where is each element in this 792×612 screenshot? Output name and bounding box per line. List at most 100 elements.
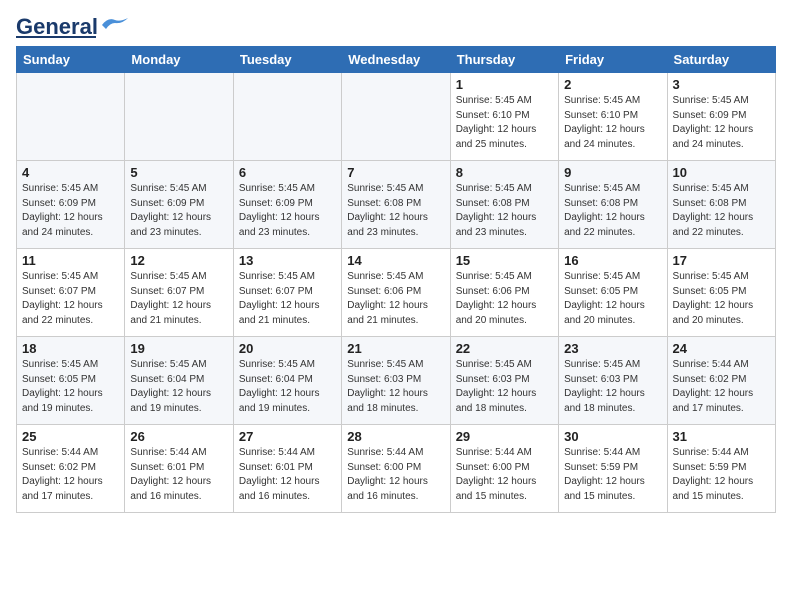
day-number: 1: [456, 77, 553, 92]
day-info: Sunrise: 5:44 AM Sunset: 6:00 PM Dayligh…: [347, 446, 444, 504]
empty-cell: [233, 73, 341, 161]
day-number: 16: [564, 253, 661, 268]
day-info: Sunrise: 5:45 AM Sunset: 6:03 PM Dayligh…: [347, 358, 444, 416]
day-number: 29: [456, 429, 553, 444]
day-info: Sunrise: 5:45 AM Sunset: 6:05 PM Dayligh…: [22, 358, 119, 416]
day-cell-25: 25 Sunrise: 5:44 AM Sunset: 6:02 PM Dayli…: [17, 425, 125, 513]
day-cell-6: 6 Sunrise: 5:45 AM Sunset: 6:09 PM Daylig…: [233, 161, 341, 249]
day-info: Sunrise: 5:45 AM Sunset: 6:09 PM Dayligh…: [239, 182, 336, 240]
day-cell-3: 3 Sunrise: 5:45 AM Sunset: 6:09 PM Daylig…: [667, 73, 775, 161]
day-cell-15: 15 Sunrise: 5:45 AM Sunset: 6:06 PM Dayli…: [450, 249, 558, 337]
week-row-2: 4 Sunrise: 5:45 AM Sunset: 6:09 PM Daylig…: [17, 161, 776, 249]
day-cell-1: 1 Sunrise: 5:45 AM Sunset: 6:10 PM Daylig…: [450, 73, 558, 161]
week-row-3: 11 Sunrise: 5:45 AM Sunset: 6:07 PM Dayli…: [17, 249, 776, 337]
day-number: 5: [130, 165, 227, 180]
day-info: Sunrise: 5:45 AM Sunset: 6:04 PM Dayligh…: [239, 358, 336, 416]
day-number: 14: [347, 253, 444, 268]
day-info: Sunrise: 5:45 AM Sunset: 6:09 PM Dayligh…: [673, 94, 770, 152]
day-cell-11: 11Sunrise: 5:45 AM Sunset: 6:07 PM Dayli…: [17, 249, 125, 337]
day-info: Sunrise: 5:44 AM Sunset: 6:01 PM Dayligh…: [130, 446, 227, 504]
day-cell-21: 21 Sunrise: 5:45 AM Sunset: 6:03 PM Dayli…: [342, 337, 450, 425]
day-info: Sunrise: 5:44 AM Sunset: 5:59 PM Dayligh…: [564, 446, 661, 504]
week-row-1: 1 Sunrise: 5:45 AM Sunset: 6:10 PM Daylig…: [17, 73, 776, 161]
day-number: 28: [347, 429, 444, 444]
day-number: 18: [22, 341, 119, 356]
day-number: 9: [564, 165, 661, 180]
day-info: Sunrise: 5:44 AM Sunset: 5:59 PM Dayligh…: [673, 446, 770, 504]
weekday-header-sunday: Sunday: [17, 47, 125, 73]
day-number: 25: [22, 429, 119, 444]
day-info: Sunrise: 5:44 AM Sunset: 6:02 PM Dayligh…: [22, 446, 119, 504]
day-cell-20: 20 Sunrise: 5:45 AM Sunset: 6:04 PM Dayli…: [233, 337, 341, 425]
day-cell-28: 28 Sunrise: 5:44 AM Sunset: 6:00 PM Dayli…: [342, 425, 450, 513]
day-number: 15: [456, 253, 553, 268]
day-info: Sunrise: 5:45 AM Sunset: 6:07 PM Dayligh…: [130, 270, 227, 328]
calendar-table: SundayMondayTuesdayWednesdayThursdayFrid…: [16, 46, 776, 513]
empty-cell: [342, 73, 450, 161]
weekday-header-saturday: Saturday: [667, 47, 775, 73]
page-header: General: [16, 16, 776, 38]
day-number: 27: [239, 429, 336, 444]
day-cell-24: 24Sunrise: 5:44 AM Sunset: 6:02 PM Dayli…: [667, 337, 775, 425]
logo-bird-icon: [100, 15, 130, 35]
day-cell-8: 8 Sunrise: 5:45 AM Sunset: 6:08 PM Daylig…: [450, 161, 558, 249]
empty-cell: [17, 73, 125, 161]
day-info: Sunrise: 5:45 AM Sunset: 6:08 PM Dayligh…: [673, 182, 770, 240]
weekday-header-friday: Friday: [559, 47, 667, 73]
day-number: 13: [239, 253, 336, 268]
day-cell-27: 27 Sunrise: 5:44 AM Sunset: 6:01 PM Dayli…: [233, 425, 341, 513]
weekday-header-row: SundayMondayTuesdayWednesdayThursdayFrid…: [17, 47, 776, 73]
day-cell-10: 10 Sunrise: 5:45 AM Sunset: 6:08 PM Dayli…: [667, 161, 775, 249]
day-cell-23: 23Sunrise: 5:45 AM Sunset: 6:03 PM Dayli…: [559, 337, 667, 425]
logo-general: General: [16, 16, 98, 38]
day-info: Sunrise: 5:45 AM Sunset: 6:05 PM Dayligh…: [564, 270, 661, 328]
day-number: 21: [347, 341, 444, 356]
day-info: Sunrise: 5:44 AM Sunset: 6:00 PM Dayligh…: [456, 446, 553, 504]
day-info: Sunrise: 5:45 AM Sunset: 6:05 PM Dayligh…: [673, 270, 770, 328]
day-cell-17: 17 Sunrise: 5:45 AM Sunset: 6:05 PM Dayli…: [667, 249, 775, 337]
day-number: 2: [564, 77, 661, 92]
day-cell-2: 2 Sunrise: 5:45 AM Sunset: 6:10 PM Daylig…: [559, 73, 667, 161]
day-number: 7: [347, 165, 444, 180]
weekday-header-monday: Monday: [125, 47, 233, 73]
day-cell-5: 5Sunrise: 5:45 AM Sunset: 6:09 PM Daylig…: [125, 161, 233, 249]
day-info: Sunrise: 5:45 AM Sunset: 6:06 PM Dayligh…: [347, 270, 444, 328]
day-cell-31: 31Sunrise: 5:44 AM Sunset: 5:59 PM Dayli…: [667, 425, 775, 513]
day-info: Sunrise: 5:45 AM Sunset: 6:06 PM Dayligh…: [456, 270, 553, 328]
day-info: Sunrise: 5:45 AM Sunset: 6:08 PM Dayligh…: [456, 182, 553, 240]
day-number: 30: [564, 429, 661, 444]
day-info: Sunrise: 5:44 AM Sunset: 6:01 PM Dayligh…: [239, 446, 336, 504]
day-number: 11: [22, 253, 119, 268]
weekday-header-thursday: Thursday: [450, 47, 558, 73]
day-cell-26: 26 Sunrise: 5:44 AM Sunset: 6:01 PM Dayli…: [125, 425, 233, 513]
day-number: 8: [456, 165, 553, 180]
week-row-4: 18 Sunrise: 5:45 AM Sunset: 6:05 PM Dayli…: [17, 337, 776, 425]
day-cell-7: 7 Sunrise: 5:45 AM Sunset: 6:08 PM Daylig…: [342, 161, 450, 249]
day-info: Sunrise: 5:45 AM Sunset: 6:08 PM Dayligh…: [347, 182, 444, 240]
day-number: 22: [456, 341, 553, 356]
weekday-header-wednesday: Wednesday: [342, 47, 450, 73]
day-number: 17: [673, 253, 770, 268]
day-cell-14: 14 Sunrise: 5:45 AM Sunset: 6:06 PM Dayli…: [342, 249, 450, 337]
day-number: 4: [22, 165, 119, 180]
day-cell-13: 13 Sunrise: 5:45 AM Sunset: 6:07 PM Dayli…: [233, 249, 341, 337]
logo: General: [16, 16, 130, 38]
day-number: 26: [130, 429, 227, 444]
day-info: Sunrise: 5:45 AM Sunset: 6:10 PM Dayligh…: [456, 94, 553, 152]
day-cell-4: 4 Sunrise: 5:45 AM Sunset: 6:09 PM Daylig…: [17, 161, 125, 249]
day-number: 20: [239, 341, 336, 356]
day-info: Sunrise: 5:45 AM Sunset: 6:09 PM Dayligh…: [22, 182, 119, 240]
day-info: Sunrise: 5:45 AM Sunset: 6:04 PM Dayligh…: [130, 358, 227, 416]
day-info: Sunrise: 5:45 AM Sunset: 6:03 PM Dayligh…: [456, 358, 553, 416]
day-info: Sunrise: 5:45 AM Sunset: 6:08 PM Dayligh…: [564, 182, 661, 240]
day-cell-9: 9 Sunrise: 5:45 AM Sunset: 6:08 PM Daylig…: [559, 161, 667, 249]
day-cell-16: 16 Sunrise: 5:45 AM Sunset: 6:05 PM Dayli…: [559, 249, 667, 337]
day-info: Sunrise: 5:45 AM Sunset: 6:10 PM Dayligh…: [564, 94, 661, 152]
weekday-header-tuesday: Tuesday: [233, 47, 341, 73]
day-info: Sunrise: 5:45 AM Sunset: 6:07 PM Dayligh…: [239, 270, 336, 328]
day-number: 24: [673, 341, 770, 356]
day-number: 12: [130, 253, 227, 268]
day-number: 6: [239, 165, 336, 180]
day-number: 10: [673, 165, 770, 180]
day-number: 3: [673, 77, 770, 92]
